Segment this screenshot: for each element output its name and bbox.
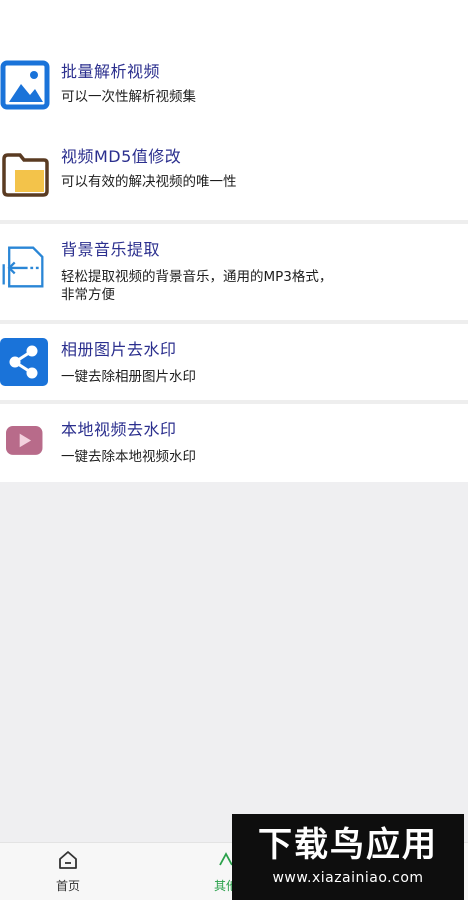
feature-desc: 一键去除本地视频水印 — [61, 449, 196, 465]
watermark-url: www.xiazainiao.com — [272, 870, 424, 886]
feature-desc-line2: 非常方便 — [61, 287, 115, 303]
feature-title: 批量解析视频 — [61, 62, 161, 81]
tab-home[interactable]: 首页 — [28, 849, 108, 894]
feature-list: 批量解析视频 可以一次性解析视频集 视频MD5值修改 可以有效的解决视频的唯一性… — [0, 48, 468, 482]
feature-title: 视频MD5值修改 — [61, 147, 182, 166]
feature-title: 背景音乐提取 — [61, 240, 161, 259]
feature-extract-bgm[interactable]: 背景音乐提取 轻松提取视频的背景音乐，通用的MP3格式， 非常方便 — [0, 224, 468, 320]
watermark-title: 下载鸟应用 — [258, 825, 438, 865]
share-icon — [0, 338, 48, 386]
feature-local-video-remove-watermark[interactable]: 本地视频去水印 一键去除本地视频水印 — [0, 404, 468, 482]
top-blank-area — [0, 0, 468, 48]
feature-title: 相册图片去水印 — [61, 340, 177, 359]
feature-batch-parse-video[interactable]: 批量解析视频 可以一次性解析视频集 — [0, 48, 468, 135]
folder-icon — [2, 153, 49, 197]
play-icon — [6, 426, 43, 455]
feature-md5-modify[interactable]: 视频MD5值修改 可以有效的解决视频的唯一性 — [0, 135, 468, 220]
home-icon — [59, 851, 77, 869]
import-icon — [2, 246, 44, 288]
feature-desc: 轻松提取视频的背景音乐，通用的MP3格式， — [61, 269, 333, 285]
feature-title: 本地视频去水印 — [61, 420, 177, 439]
feature-desc: 可以有效的解决视频的唯一性 — [61, 174, 237, 190]
site-watermark: 下载鸟应用 www.xiazainiao.com — [232, 814, 464, 900]
image-icon — [0, 60, 50, 110]
tab-home-label: 首页 — [55, 879, 80, 893]
feature-desc: 一键去除相册图片水印 — [61, 369, 196, 385]
feature-desc: 可以一次性解析视频集 — [61, 89, 196, 105]
feature-album-remove-watermark[interactable]: 相册图片去水印 一键去除相册图片水印 — [0, 324, 468, 400]
